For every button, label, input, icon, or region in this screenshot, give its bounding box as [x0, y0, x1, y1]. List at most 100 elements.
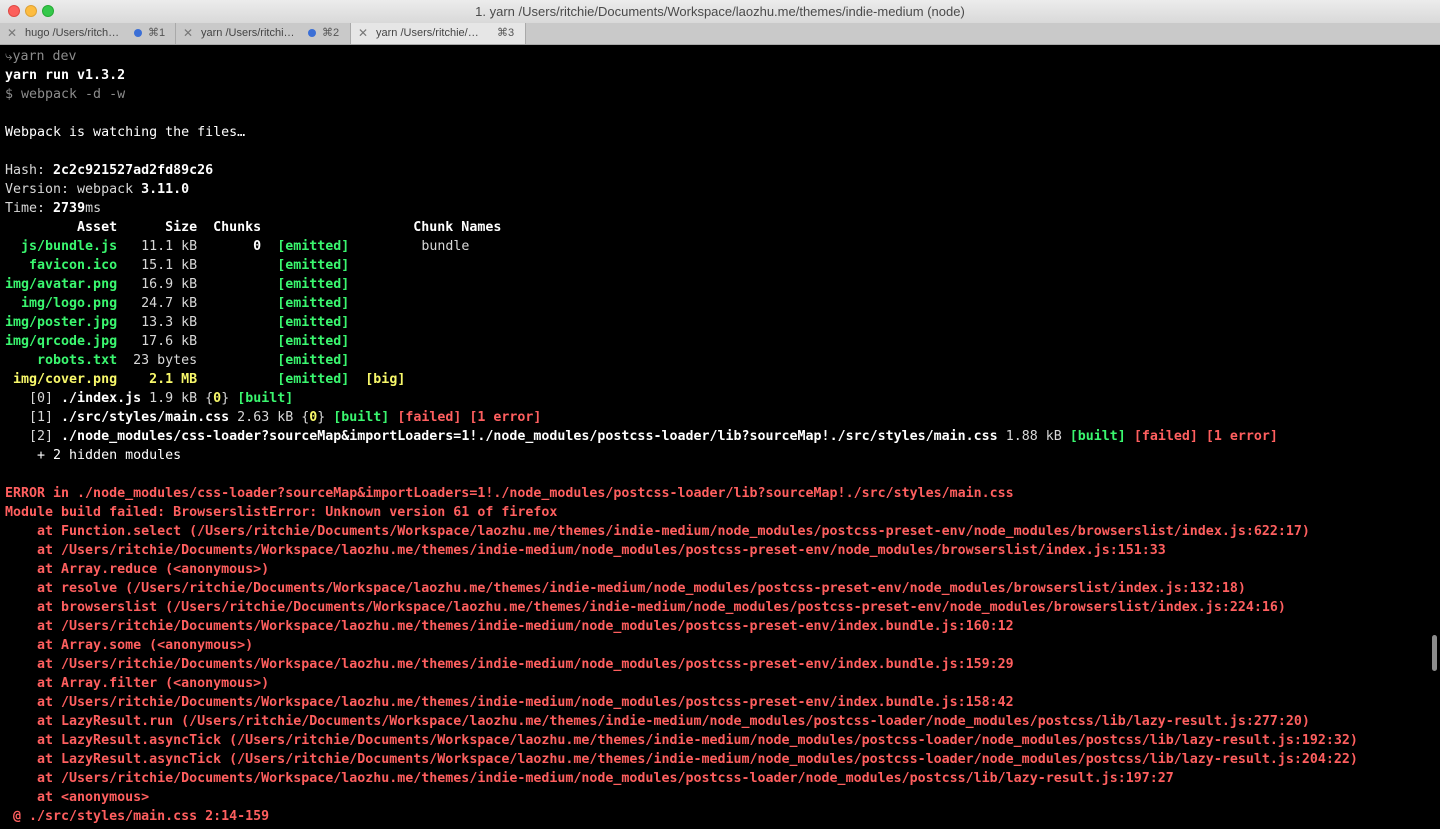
terminal-text: yarn dev — [12, 49, 77, 64]
terminal-text: Asset Size Chunks Chunk Names — [5, 220, 502, 235]
terminal-text: at LazyResult.asyncTick (/Users/ritchie/… — [5, 733, 1358, 748]
terminal-text: [emitted] — [277, 239, 350, 254]
terminal-line: ERROR in ./node_modules/css-loader?sourc… — [5, 484, 1425, 503]
terminal-text: @ ./src/styles/main.css 2:14-159 — [5, 809, 270, 824]
terminal-line: Module build failed: BrowserslistError: … — [5, 503, 1425, 522]
terminal-line: [2] ./node_modules/css-loader?sourceMap&… — [5, 427, 1425, 446]
terminal-line: at /Users/ritchie/Documents/Workspace/la… — [5, 769, 1425, 788]
terminal-text: 1.9 kB { — [141, 391, 214, 406]
terminal-text: ./src/styles/main.css — [61, 410, 230, 425]
terminal-text: [1 error] — [1205, 429, 1278, 444]
terminal-output[interactable]: ⤷yarn dev yarn run v1.3.2 $ webpack -d -w W… — [5, 47, 1425, 829]
activity-indicator-icon — [134, 29, 142, 37]
terminal-text: robots.txt — [5, 353, 118, 368]
terminal-text: 2739 — [53, 201, 86, 216]
terminal-text: [emitted] — [277, 372, 350, 387]
terminal-text: + 2 hidden modules — [5, 448, 182, 463]
terminal-line: img/qrcode.jpg 17.6 kB [emitted] — [5, 332, 1425, 351]
terminal-text: img/poster.jpg — [5, 315, 118, 330]
terminal-line: at Function.select (/Users/ritchie/Docum… — [5, 522, 1425, 541]
terminal-text: at LazyResult.asyncTick (/Users/ritchie/… — [5, 752, 1358, 767]
terminal-text: Version: webpack — [5, 182, 142, 197]
terminal-text: [2] — [5, 429, 62, 444]
terminal-text: 24.7 kB — [117, 296, 278, 311]
terminal-text: img/logo.png — [5, 296, 118, 311]
terminal-text: ERROR in ./node_modules/css-loader?sourc… — [5, 486, 1014, 501]
tab-3[interactable]: ✕ yarn /Users/ritchie/… ⌘3 — [351, 23, 526, 44]
terminal-line: ⤷yarn dev — [5, 47, 1425, 66]
tab-bar: ✕ hugo /Users/ritch… ⌘1 ✕ yarn /Users/ri… — [0, 23, 1440, 45]
terminal-line: @ ./src/styles/main.css 2:14-159 — [5, 807, 1425, 826]
terminal-line: at /Users/ritchie/Documents/Workspace/la… — [5, 617, 1425, 636]
terminal-text: 3.11.0 — [141, 182, 190, 197]
terminal-text: 0 — [253, 239, 262, 254]
terminal-line: $ webpack -d -w — [5, 85, 1425, 104]
tab-2[interactable]: ✕ yarn /Users/ritchi… ⌘2 — [176, 23, 351, 44]
terminal-text: 16.9 kB — [117, 277, 278, 292]
terminal-text: } — [221, 391, 238, 406]
terminal-text: 2.1 MB — [149, 372, 198, 387]
terminal-text: Module build failed: BrowserslistError: … — [5, 505, 558, 520]
terminal-text: at /Users/ritchie/Documents/Workspace/la… — [5, 695, 1014, 710]
terminal-line: Webpack is watching the files… — [5, 123, 1425, 142]
terminal-text: [built] — [333, 410, 390, 425]
terminal-text: yarn run v1.3.2 — [5, 68, 126, 83]
terminal-text: $ webpack -d -w — [5, 87, 126, 102]
title-bar[interactable]: 1. yarn /Users/ritchie/Documents/Workspa… — [0, 0, 1440, 23]
terminal-text: 13.3 kB — [117, 315, 278, 330]
terminal-text: at /Users/ritchie/Documents/Workspace/la… — [5, 657, 1014, 672]
terminal-text: [emitted] — [277, 353, 350, 368]
terminal-text: at /Users/ritchie/Documents/Workspace/la… — [5, 543, 1166, 558]
tab-label: hugo /Users/ritch… — [25, 27, 120, 39]
terminal-text: [1] — [5, 410, 62, 425]
terminal-text: favicon.ico — [5, 258, 118, 273]
terminal-line: img/cover.png 2.1 MB [emitted] [big] — [5, 370, 1425, 389]
terminal-line: at browserslist (/Users/ritchie/Document… — [5, 598, 1425, 617]
tab-label: yarn /Users/ritchie/… — [376, 27, 479, 39]
terminal-text: Hash: — [5, 163, 54, 178]
terminal-text: [0] — [5, 391, 62, 406]
tab-label: yarn /Users/ritchi… — [201, 27, 295, 39]
terminal-text: [built] — [237, 391, 294, 406]
terminal-text: 2c2c921527ad2fd89c26 — [53, 163, 214, 178]
scrollbar-thumb[interactable] — [1432, 635, 1437, 671]
terminal-text: [big] — [365, 372, 406, 387]
close-tab-icon[interactable]: ✕ — [7, 23, 17, 44]
terminal-line: Hash: 2c2c921527ad2fd89c26 — [5, 161, 1425, 180]
terminal-line: at /Users/ritchie/Documents/Workspace/la… — [5, 541, 1425, 560]
terminal-line: favicon.ico 15.1 kB [emitted] — [5, 256, 1425, 275]
tab-1[interactable]: ✕ hugo /Users/ritch… ⌘1 — [0, 23, 176, 44]
terminal-line: [1] ./src/styles/main.css 2.63 kB {0} [b… — [5, 408, 1425, 427]
terminal-line: at /Users/ritchie/Documents/Workspace/la… — [5, 693, 1425, 712]
close-tab-icon[interactable]: ✕ — [358, 23, 368, 44]
terminal-line: at resolve (/Users/ritchie/Documents/Wor… — [5, 579, 1425, 598]
terminal-text: img/cover.png — [5, 372, 118, 387]
terminal-line: robots.txt 23 bytes [emitted] — [5, 351, 1425, 370]
terminal-line: at LazyResult.asyncTick (/Users/ritchie/… — [5, 731, 1425, 750]
terminal-text: 0 — [213, 391, 222, 406]
terminal-line: at Array.some (<anonymous>) — [5, 636, 1425, 655]
terminal-text: at Array.some (<anonymous>) — [5, 638, 254, 653]
terminal-text: bundle — [349, 239, 470, 254]
terminal-line: Version: webpack 3.11.0 — [5, 180, 1425, 199]
window-title: 1. yarn /Users/ritchie/Documents/Workspa… — [475, 4, 965, 19]
terminal-text: js/bundle.js — [5, 239, 118, 254]
terminal-text: [failed] — [1133, 429, 1198, 444]
terminal-line: [0] ./index.js 1.9 kB {0} [built] — [5, 389, 1425, 408]
terminal-line: at Array.filter (<anonymous>) — [5, 674, 1425, 693]
close-tab-icon[interactable]: ✕ — [183, 23, 193, 44]
terminal-window: 1. yarn /Users/ritchie/Documents/Workspa… — [0, 0, 1440, 829]
terminal-text: 15.1 kB — [117, 258, 278, 273]
terminal-text: at /Users/ritchie/Documents/Workspace/la… — [5, 771, 1174, 786]
terminal-line: js/bundle.js 11.1 kB 0 [emitted] bundle — [5, 237, 1425, 256]
terminal-line: at LazyResult.asyncTick (/Users/ritchie/… — [5, 750, 1425, 769]
terminal-line: at <anonymous> — [5, 788, 1425, 807]
scrollbar[interactable] — [1428, 45, 1440, 829]
tab-shortcut: ⌘1 — [148, 27, 166, 39]
